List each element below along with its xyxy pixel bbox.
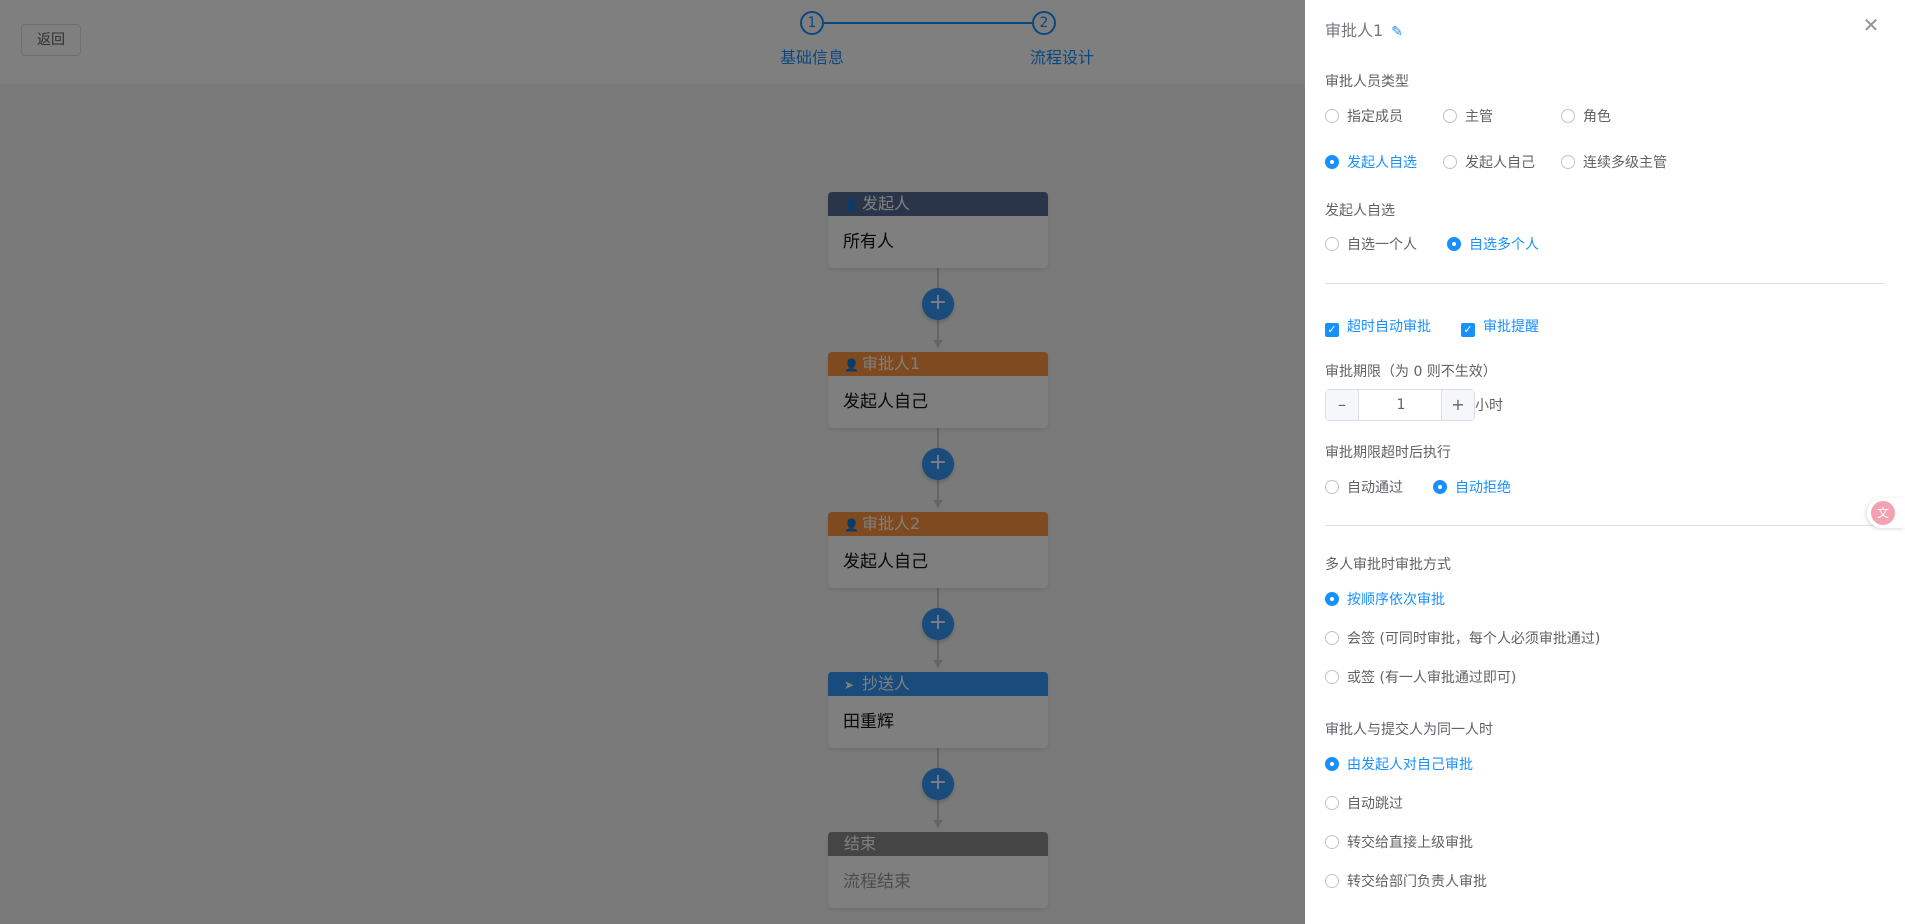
radio-role[interactable]: 角色 xyxy=(1561,106,1611,126)
radio-label: 连续多级主管 xyxy=(1583,155,1667,171)
divider xyxy=(1325,525,1885,526)
radio-circle xyxy=(1325,757,1339,771)
radio-auto-reject[interactable]: 自动拒绝 xyxy=(1433,477,1511,497)
radio-countersign[interactable]: 会签 (可同时审批，每个人必须审批通过) xyxy=(1325,628,1600,648)
radio-circle xyxy=(1325,835,1339,849)
radio-label: 由发起人对自己审批 xyxy=(1347,757,1473,773)
radio-circle xyxy=(1433,480,1447,494)
radio-label: 转交给部门负责人审批 xyxy=(1347,874,1487,890)
deadline-stepper: – 1 + xyxy=(1325,389,1475,421)
edit-icon[interactable]: ✎ xyxy=(1391,24,1403,40)
approver-settings-drawer: 审批人1 ✎ ✕ 审批人员类型 指定成员 主管 角色 发起人自选 发起人自己 连续… xyxy=(1305,0,1905,924)
radio-auto-pass[interactable]: 自动通过 xyxy=(1325,477,1403,497)
radio-circle xyxy=(1443,109,1457,123)
radio-initiator-self[interactable]: 发起人自己 xyxy=(1443,152,1535,172)
radio-sequential[interactable]: 按顺序依次审批 xyxy=(1325,589,1445,609)
radio-label: 角色 xyxy=(1583,109,1611,125)
radio-label: 自选多个人 xyxy=(1469,237,1539,253)
radio-label: 自选一个人 xyxy=(1347,237,1417,253)
checkbox-checked-icon: ✓ xyxy=(1461,323,1475,337)
radio-circle xyxy=(1325,874,1339,888)
radio-circle xyxy=(1325,796,1339,810)
radio-multi-level-supervisor[interactable]: 连续多级主管 xyxy=(1561,152,1667,172)
divider xyxy=(1325,283,1885,284)
increment-button[interactable]: + xyxy=(1441,390,1474,420)
translate-float-button[interactable]: 文 xyxy=(1867,498,1905,528)
radio-label: 指定成员 xyxy=(1347,109,1403,125)
self-select-label: 发起人自选 xyxy=(1325,203,1395,219)
radio-circle xyxy=(1325,631,1339,645)
radio-specified-member[interactable]: 指定成员 xyxy=(1325,106,1403,126)
approver-type-label: 审批人员类型 xyxy=(1325,74,1409,90)
drawer-title: 审批人1 ✎ xyxy=(1325,17,1403,41)
radio-label: 自动通过 xyxy=(1347,480,1403,496)
deadline-input[interactable]: 1 xyxy=(1360,390,1442,420)
checkbox-timeout-auto-approve[interactable]: ✓ 超时自动审批 xyxy=(1325,316,1431,337)
radio-circle xyxy=(1325,155,1339,169)
checkbox-label: 超时自动审批 xyxy=(1347,319,1431,335)
radio-label: 转交给直接上级审批 xyxy=(1347,835,1473,851)
decrement-button[interactable]: – xyxy=(1326,390,1359,420)
radio-self-approve[interactable]: 由发起人对自己审批 xyxy=(1325,754,1473,774)
radio-auto-skip[interactable]: 自动跳过 xyxy=(1325,793,1403,813)
radio-circle xyxy=(1325,592,1339,606)
radio-label: 或签 (有一人审批通过即可) xyxy=(1347,670,1517,686)
radio-label: 发起人自己 xyxy=(1465,155,1535,171)
close-icon[interactable]: ✕ xyxy=(1861,14,1881,36)
radio-circle xyxy=(1443,155,1457,169)
timeout-action-label: 审批期限超时后执行 xyxy=(1325,445,1451,461)
radio-label: 按顺序依次审批 xyxy=(1347,592,1445,608)
radio-label: 自动拒绝 xyxy=(1455,480,1511,496)
multi-mode-label: 多人审批时审批方式 xyxy=(1325,557,1451,573)
radio-transfer-superior[interactable]: 转交给直接上级审批 xyxy=(1325,832,1473,852)
radio-label: 自动跳过 xyxy=(1347,796,1403,812)
radio-supervisor[interactable]: 主管 xyxy=(1443,106,1493,126)
checkbox-approval-reminder[interactable]: ✓ 审批提醒 xyxy=(1461,316,1539,337)
checkbox-checked-icon: ✓ xyxy=(1325,323,1339,337)
radio-or-sign[interactable]: 或签 (有一人审批通过即可) xyxy=(1325,667,1516,687)
radio-initiator-select[interactable]: 发起人自选 xyxy=(1325,152,1417,172)
deadline-unit: 小时 xyxy=(1475,398,1503,414)
radio-label: 发起人自选 xyxy=(1347,155,1417,171)
radio-label: 主管 xyxy=(1465,109,1493,125)
radio-circle xyxy=(1561,155,1575,169)
radio-circle xyxy=(1325,480,1339,494)
deadline-label: 审批期限（为 0 则不生效） xyxy=(1325,364,1497,380)
radio-transfer-dept-head[interactable]: 转交给部门负责人审批 xyxy=(1325,871,1487,891)
radio-select-one[interactable]: 自选一个人 xyxy=(1325,234,1417,254)
translate-icon: 文 xyxy=(1871,501,1895,525)
same-person-label: 审批人与提交人为同一人时 xyxy=(1325,722,1493,738)
radio-select-multiple[interactable]: 自选多个人 xyxy=(1447,234,1539,254)
checkbox-label: 审批提醒 xyxy=(1483,319,1539,335)
radio-circle xyxy=(1325,237,1339,251)
radio-circle xyxy=(1561,109,1575,123)
radio-label: 会签 (可同时审批，每个人必须审批通过) xyxy=(1347,631,1601,647)
drawer-title-text: 审批人1 xyxy=(1325,21,1384,40)
radio-circle xyxy=(1447,237,1461,251)
radio-circle xyxy=(1325,670,1339,684)
radio-circle xyxy=(1325,109,1339,123)
